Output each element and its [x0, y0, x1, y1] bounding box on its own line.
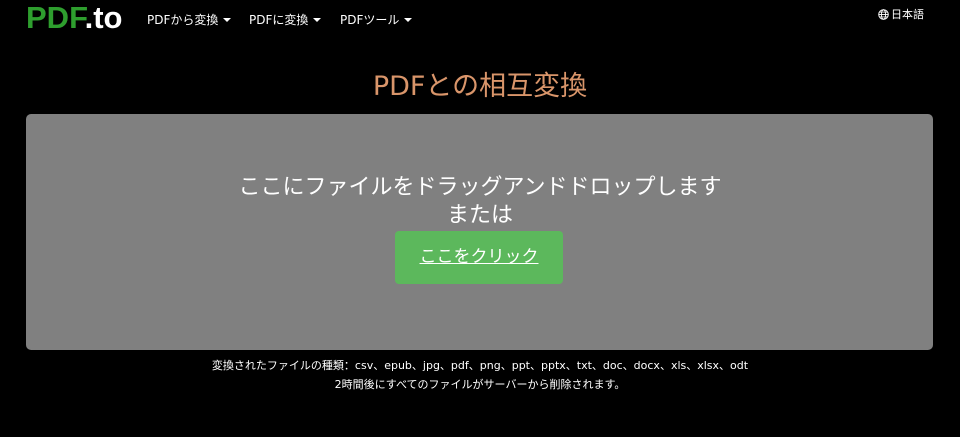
caret-down-icon [404, 17, 413, 22]
nav-pdf-tools-label: PDFツール [340, 13, 400, 27]
supported-types-text: 変換されたファイルの種類：csv、epub、jpg、pdf、png、ppt、pp… [211, 359, 749, 372]
nav-convert-to-pdf-label: PDFに変換 [249, 13, 309, 27]
nav-convert-from-pdf-label: PDFから変換 [147, 13, 219, 27]
language-label: 日本語 [891, 8, 924, 21]
logo-pdf: PDF [26, 0, 85, 35]
page-title: PDFとの相互変換 [372, 71, 588, 102]
caret-down-icon [223, 17, 232, 22]
dropzone-or: または [446, 203, 513, 228]
logo-to: .to [84, 0, 123, 35]
dropzone-instruction: ここにファイルをドラッグアンドドロップします [238, 175, 722, 200]
deletion-note: 2時間後にすべてのファイルがサーバーから削除されます。 [334, 378, 626, 391]
globe-icon [878, 9, 889, 20]
caret-down-icon [313, 17, 322, 22]
navbar: PDF.to PDFから変換 PDFに変換 PDFツール 日本語 [0, 0, 960, 40]
logo-link[interactable]: PDF.to [26, 1, 122, 35]
language-selector[interactable]: 日本語 [878, 8, 924, 22]
nav-convert-to-pdf[interactable]: PDFに変換 [249, 13, 322, 27]
nav-convert-from-pdf[interactable]: PDFから変換 [147, 13, 232, 27]
select-file-button[interactable]: ここをクリック [395, 231, 563, 284]
nav-pdf-tools[interactable]: PDFツール [340, 13, 413, 27]
